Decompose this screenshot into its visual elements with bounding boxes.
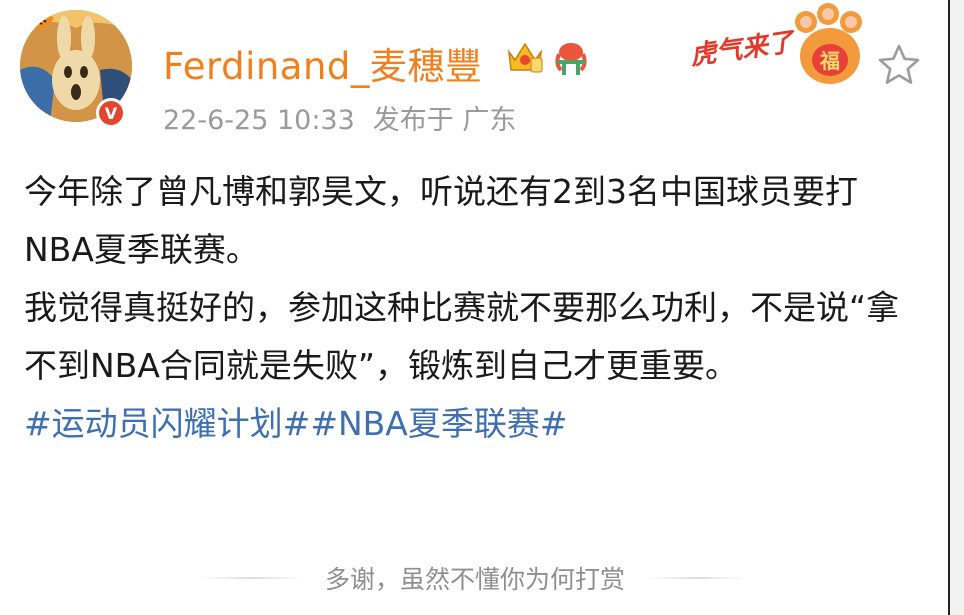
divider-line: [647, 577, 747, 579]
reward-footer: 多谢，虽然不懂你为何打赏: [0, 556, 950, 600]
post-paragraph: 我觉得真挺好的，参加这种比赛就不要那么功利，不是说“拿不到NBA合同就是失败”，…: [24, 288, 900, 385]
favorite-star-icon[interactable]: [876, 42, 922, 88]
lobster-badge-icon[interactable]: [551, 38, 591, 78]
topic-tag-link[interactable]: #NBA夏季联赛#: [310, 404, 567, 443]
tiger-paw-fu-decoration-icon[interactable]: 虎气来了 福: [688, 0, 868, 90]
decoration-text: 虎气来了: [688, 27, 798, 72]
post-time: 22-6-25 10:33: [163, 105, 355, 136]
post-tags: #运动员闪耀计划##NBA夏季联赛#: [24, 395, 924, 453]
post-location: 发布于 广东: [372, 105, 517, 136]
author-name[interactable]: Ferdinand_麦穗豐: [163, 36, 482, 90]
topic-tag-link[interactable]: #运动员闪耀计划#: [24, 404, 310, 443]
window-edge: [948, 0, 964, 615]
post-content: 今年除了曾凡博和郭昊文，听说还有2到3名中国球员要打NBA夏季联赛。 我觉得真挺…: [24, 163, 924, 453]
post-paragraph: 今年除了曾凡博和郭昊文，听说还有2到3名中国球员要打NBA夏季联赛。: [24, 172, 858, 269]
post-header: V Ferdinand_麦穗豐 22-6-25 10:33 发布于 广东 虎气来了…: [0, 0, 950, 150]
fu-character: 福: [819, 49, 840, 73]
post-meta: 22-6-25 10:33 发布于 广东: [163, 98, 516, 137]
verified-badge-icon: V: [96, 98, 126, 128]
divider-line: [202, 577, 303, 579]
reward-text: 多谢，虽然不懂你为何打赏: [324, 565, 625, 594]
crown-badge-icon[interactable]: [505, 38, 545, 74]
